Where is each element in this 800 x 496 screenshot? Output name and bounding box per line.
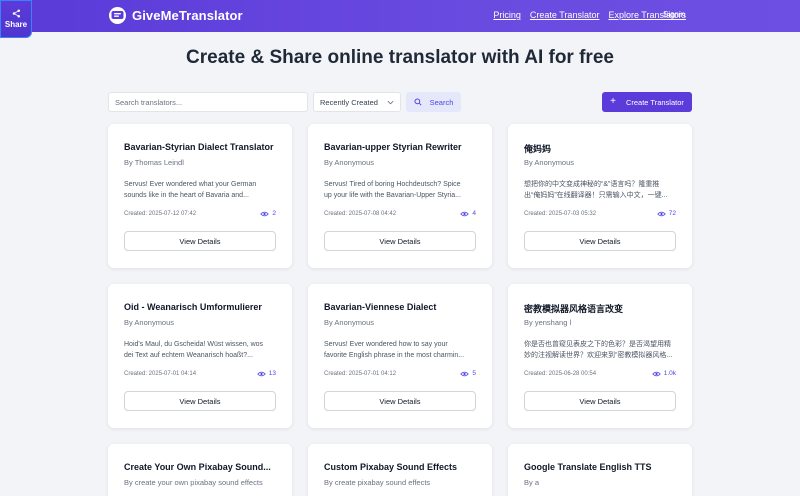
sort-select[interactable]: Recently Created [313, 92, 401, 112]
view-details-button[interactable]: View Details [324, 391, 476, 411]
card-author: By Anonymous [324, 318, 375, 327]
card-created-date: Created: 2025-06-28 00:54 [524, 371, 597, 377]
view-details-button[interactable]: View Details [124, 391, 276, 411]
card-views-count: 4 [472, 210, 476, 217]
share-button[interactable]: Share [0, 0, 32, 38]
create-translator-label: Create Translator [625, 97, 684, 107]
create-translator-button[interactable]: + Create Translator [602, 92, 692, 112]
card-description: 你是否也曾窥见表皮之下的色彩？是否渴望用精 妙的注视解读世界？欢迎来到“密教模拟器… [524, 341, 673, 359]
card-views: 5 [460, 370, 476, 377]
translator-card: Create Your Own Pixabay Sound... By crea… [108, 444, 292, 496]
card-description: Servus! Ever wondered what your German so… [124, 181, 257, 199]
card-views-count: 13 [268, 370, 276, 377]
card-views-count: 5 [472, 370, 476, 377]
card-author: By Anonymous [524, 158, 575, 167]
card-views: 13 [256, 370, 276, 377]
nav-pricing-link[interactable]: Pricing [493, 10, 521, 20]
eye-icon [460, 211, 470, 216]
translator-card: Bavarian-Styrian Dialect Translator By T… [108, 124, 292, 268]
eye-icon [656, 211, 666, 216]
card-title[interactable]: Bavarian-Styrian Dialect Translator [124, 142, 276, 152]
translator-card: Custom Pixabay Sound Effects By create p… [308, 444, 492, 496]
card-created-date: Created: 2025-07-03 05:32 [524, 211, 597, 217]
card-title[interactable]: Google Translate English TTS [524, 462, 676, 472]
card-created-date: Created: 2025-07-12 07:42 [124, 211, 197, 217]
chevron-down-icon [387, 100, 394, 105]
plus-icon: + [610, 96, 616, 107]
nav-create-translator-link[interactable]: Create Translator [530, 10, 600, 20]
eye-icon [260, 211, 270, 216]
page-title: Create & Share online translator with AI… [186, 47, 614, 68]
share-label: Share [4, 20, 28, 29]
card-views-count: 1.0k [663, 370, 676, 377]
search-icon [414, 98, 422, 106]
translator-card: 密教模拟器风格语言改变 By yenshang l 你是否也曾窥见表皮之下的色彩… [508, 284, 692, 428]
view-details-button[interactable]: View Details [324, 231, 476, 251]
card-created-date: Created: 2025-07-01 04:14 [124, 371, 197, 377]
signin-button[interactable]: Signin [663, 10, 685, 19]
card-author: By yenshang l [524, 318, 572, 327]
eye-icon [651, 371, 661, 376]
card-views-count: 2 [272, 210, 276, 217]
card-title[interactable]: Oid - Weanarisch Umformulierer [124, 302, 276, 312]
eye-icon [256, 371, 266, 376]
search-input[interactable] [108, 92, 308, 112]
search-button-label: Search [429, 97, 454, 107]
card-author: By a [524, 478, 540, 487]
share-icon [12, 9, 20, 18]
card-views: 4 [460, 210, 476, 217]
card-description: Hoid's Maul, du Gscheida! Wüst wissen, w… [124, 341, 264, 359]
translator-card: Oid - Weanarisch Umformulierer By Anonym… [108, 284, 292, 428]
card-author: By Anonymous [324, 158, 375, 167]
logo-icon [109, 7, 126, 24]
card-created-date: Created: 2025-07-08 04:42 [324, 211, 397, 217]
card-description: Servus! Tired of boring Hochdeutsch? Spi… [324, 181, 461, 199]
card-author: By Thomas Leindl [124, 158, 184, 167]
card-author: By create your own pixabay sound effects [124, 478, 263, 487]
view-details-button[interactable]: View Details [524, 391, 676, 411]
card-title[interactable]: Bavarian-upper Styrian Rewriter [324, 142, 476, 152]
card-views: 72 [656, 210, 676, 217]
card-title[interactable]: Bavarian-Viennese Dialect [324, 302, 476, 312]
card-title[interactable]: Custom Pixabay Sound Effects [324, 462, 476, 472]
top-header: GiveMeTranslator Pricing Create Translat… [0, 0, 800, 32]
card-description: 想把你的中文变成神秘的“&”语言吗？隆重推 出“俺妈妈”在线翻译器！只需输入中文，… [524, 181, 668, 199]
card-created-date: Created: 2025-07-01 04:12 [324, 371, 397, 377]
search-button[interactable]: Search [406, 92, 461, 112]
card-title[interactable]: Create Your Own Pixabay Sound... [124, 462, 276, 472]
translator-card: Google Translate English TTS By a [508, 444, 692, 496]
translator-card: Bavarian-upper Styrian Rewriter By Anony… [308, 124, 492, 268]
translator-card: Bavarian-Viennese Dialect By Anonymous S… [308, 284, 492, 428]
card-author: By create pixabay sound effects [324, 478, 431, 487]
view-details-button[interactable]: View Details [524, 231, 676, 251]
card-title[interactable]: 俺妈妈 [524, 142, 676, 155]
main-nav: Pricing Create Translator Explore Transl… [493, 10, 686, 20]
brand-logo[interactable]: GiveMeTranslator [109, 7, 243, 24]
card-views: 2 [260, 210, 276, 217]
card-title[interactable]: 密教模拟器风格语言改变 [524, 302, 676, 315]
card-author: By Anonymous [124, 318, 175, 327]
card-views: 1.0k [651, 370, 676, 377]
brand-name: GiveMeTranslator [132, 8, 243, 23]
view-details-button[interactable]: View Details [124, 231, 276, 251]
eye-icon [460, 371, 470, 376]
translator-card: 俺妈妈 By Anonymous 想把你的中文变成神秘的“&”语言吗？隆重推 出“… [508, 124, 692, 268]
card-description: Servus! Ever wondered how to say your fav… [324, 341, 465, 359]
card-views-count: 72 [668, 210, 676, 217]
sort-select-value: Recently Created [320, 97, 378, 107]
